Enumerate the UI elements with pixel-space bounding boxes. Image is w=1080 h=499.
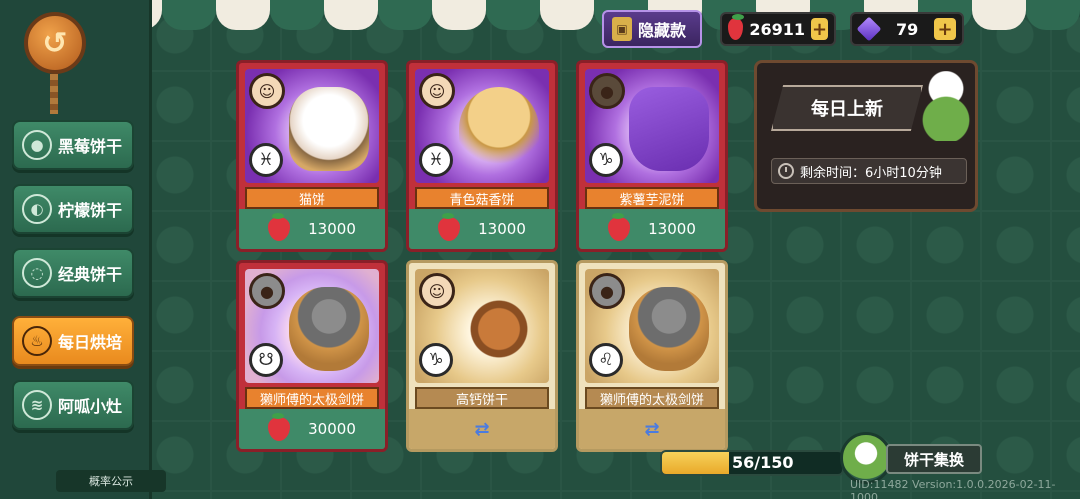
cookie-exchange-button[interactable]: 饼干集换 — [886, 444, 982, 474]
sidebar-item-daily-bakery[interactable]: ♨ 每日烘培 — [12, 316, 134, 366]
shop-card[interactable]: ● ☋ 獭师傅的太极剑饼 30000 — [236, 260, 388, 452]
sidebar-item-label: 黑莓饼干 — [58, 137, 123, 156]
timer-text: 剩余时间：6小时10分钟 — [800, 165, 942, 181]
zodiac-icon: ♑ — [589, 143, 623, 177]
buy-button[interactable]: 13000 — [409, 209, 555, 249]
hidden-variant-label: 隐藏款 — [638, 21, 687, 40]
chef-mascot-icon — [917, 71, 975, 141]
card-name: 紫薯芋泥饼 — [585, 187, 719, 209]
card-art: ● ♌ — [585, 269, 719, 383]
character-avatar: ● — [249, 273, 285, 309]
progress-fill — [662, 452, 730, 474]
cookie-icon: ◌ — [22, 258, 52, 288]
buy-button[interactable]: 13000 — [239, 209, 385, 249]
zodiac-icon: ♑ — [419, 343, 453, 377]
mushroom-cookie-image — [459, 87, 539, 171]
progress-text: 56/150 — [732, 453, 794, 472]
sidebar-item-label: 阿呱小灶 — [58, 397, 123, 416]
card-name: 猫饼 — [245, 187, 379, 209]
sidebar-item-label: 柠檬饼干 — [58, 201, 123, 220]
card-price: 13000 — [478, 220, 526, 238]
exchange-button[interactable]: ⇄ — [579, 409, 725, 449]
card-name: 高钙饼干 — [415, 387, 549, 409]
character-avatar: ☺ — [419, 273, 455, 309]
daily-new-panel: 每日上新 剩余时间：6小时10分钟 — [754, 60, 978, 212]
sidebar: ↺ ● 黑莓饼干 ◐ 柠檬饼干 ◌ 经典饼干 ♨ 每日烘培 ≋ 阿呱小灶 — [0, 0, 152, 499]
countdown-timer: 剩余时间：6小时10分钟 — [771, 158, 967, 184]
zodiac-icon: ☋ — [249, 343, 283, 377]
probability-button[interactable]: 概率公示 — [56, 470, 166, 492]
add-gem-button[interactable]: + — [934, 18, 956, 40]
cat-cookie-image — [289, 87, 369, 171]
collection-progress-bar: 56/150 — [660, 450, 844, 476]
cookie-exchange[interactable]: 饼干集换 — [840, 432, 984, 484]
exchange-button[interactable]: ⇄ — [409, 409, 555, 449]
strawberry-currency: 26911 + — [720, 12, 836, 46]
sidebar-item-label: 每日烘培 — [58, 333, 123, 352]
daily-title: 每日上新 — [771, 85, 923, 131]
character-avatar: ☺ — [249, 73, 285, 109]
clock-icon — [778, 163, 794, 179]
card-icon: ▣ — [612, 17, 632, 41]
sidebar-item-label: 经典饼干 — [58, 265, 123, 284]
zodiac-icon: ♌ — [589, 343, 623, 377]
gem-icon — [856, 16, 882, 42]
strawberry-count: 26911 — [749, 19, 806, 39]
rope-decoration — [50, 74, 58, 114]
swap-icon: ⇄ — [474, 418, 490, 440]
mascot-avatar-icon — [840, 432, 892, 484]
shop-card[interactable]: ☺ ♑ 高钙饼干 ⇄ — [406, 260, 558, 452]
lemon-icon: ◐ — [22, 194, 52, 224]
card-art: ● ☋ — [245, 269, 379, 383]
shop-card[interactable]: ☺ ♓ 青色菇香饼 13000 — [406, 60, 558, 252]
sidebar-item-blackberry[interactable]: ● 黑莓饼干 — [12, 120, 134, 170]
character-avatar: ● — [589, 273, 625, 309]
strawberry-icon — [438, 213, 461, 241]
swap-icon: ⇄ — [644, 418, 660, 440]
zodiac-icon: ♓ — [419, 143, 453, 177]
otter-cookie-image — [289, 287, 369, 371]
strawberry-icon — [728, 14, 745, 40]
blackberry-icon: ● — [22, 130, 52, 160]
buy-button[interactable]: 30000 — [239, 409, 385, 449]
stove-icon: ≋ — [22, 390, 52, 420]
strawberry-icon — [608, 213, 631, 241]
card-art: ● ♑ — [585, 69, 719, 183]
card-price: 13000 — [308, 220, 356, 238]
card-name: 獭师傅的太极剑饼 — [245, 387, 379, 409]
card-art: ☺ ♑ — [415, 269, 549, 383]
sidebar-item-lemon[interactable]: ◐ 柠檬饼干 — [12, 184, 134, 234]
card-name: 青色菇香饼 — [415, 187, 549, 209]
add-strawberry-button[interactable]: + — [811, 18, 828, 40]
card-price: 30000 — [308, 420, 356, 438]
taro-cookie-image — [629, 87, 709, 171]
zodiac-icon: ♓ — [249, 143, 283, 177]
strawberry-icon — [268, 213, 291, 241]
hidden-variant-button[interactable]: ▣ 隐藏款 — [602, 10, 702, 48]
character-avatar: ● — [589, 73, 625, 109]
strawberry-icon — [268, 413, 291, 441]
otter-cookie-image — [629, 287, 709, 371]
card-name: 獭师傅的太极剑饼 — [585, 387, 719, 409]
gem-count: 79 — [896, 19, 919, 39]
sidebar-item-stove[interactable]: ≋ 阿呱小灶 — [12, 380, 134, 430]
back-logo-button[interactable]: ↺ — [24, 12, 86, 74]
card-art: ☺ ♓ — [245, 69, 379, 183]
shop-card[interactable]: ● ♌ 獭师傅的太极剑饼 ⇄ — [576, 260, 728, 452]
version-text: UID:11482 Version:1.0.0.2026-02-11-1000 — [850, 478, 1056, 499]
sidebar-item-classic[interactable]: ◌ 经典饼干 — [12, 248, 134, 298]
plate-cookie-image — [459, 287, 539, 371]
shop-card[interactable]: ● ♑ 紫薯芋泥饼 13000 — [576, 60, 728, 252]
shop-card[interactable]: ☺ ♓ 猫饼 13000 — [236, 60, 388, 252]
character-avatar: ☺ — [419, 73, 455, 109]
card-price: 13000 — [648, 220, 696, 238]
buy-button[interactable]: 13000 — [579, 209, 725, 249]
gem-currency: 79 + — [850, 12, 964, 46]
bakery-icon: ♨ — [22, 326, 52, 356]
card-art: ☺ ♓ — [415, 69, 549, 183]
